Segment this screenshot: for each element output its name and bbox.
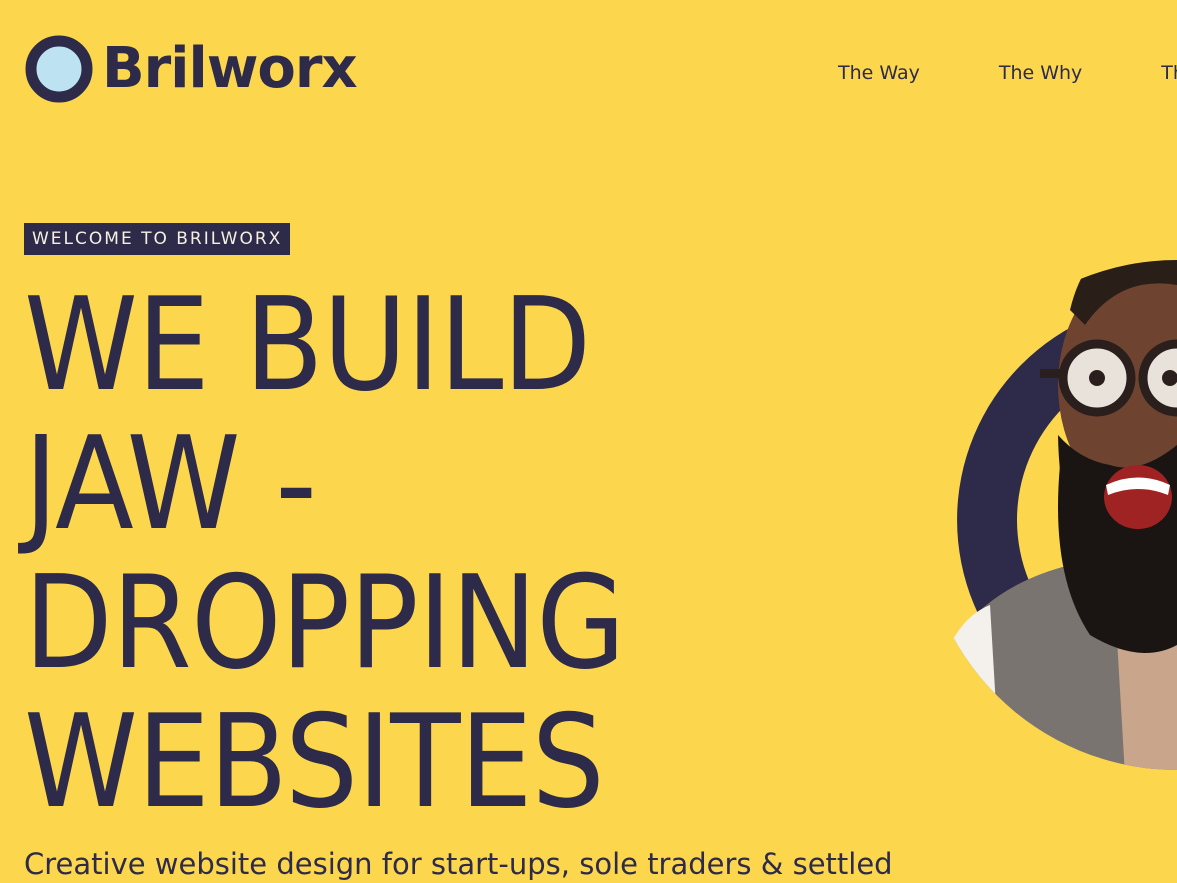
brand-name: Brilworx bbox=[102, 36, 358, 101]
ring-logo-icon bbox=[25, 35, 93, 103]
nav-item-the-why[interactable]: The Why bbox=[999, 62, 1082, 84]
headline-line: JAW - bbox=[24, 410, 317, 559]
welcome-badge: WELCOME TO BRILWORX bbox=[24, 223, 291, 255]
hero-image bbox=[920, 215, 1177, 775]
excited-man-with-glasses-photo bbox=[927, 260, 1177, 770]
headline-line: WE BUILD bbox=[24, 271, 591, 420]
brand-logo[interactable]: Brilworx bbox=[24, 34, 358, 104]
nav-item-the-way[interactable]: The Way bbox=[838, 62, 920, 84]
welcome-badge-label: WELCOME TO BRILWORX bbox=[32, 229, 283, 249]
hero-headline: WE BUILD JAW - DROPPING WEBSITES bbox=[24, 276, 762, 832]
nav-item-third[interactable]: Th bbox=[1161, 62, 1177, 84]
hero-subtext: Creative website design for start-ups, s… bbox=[24, 847, 893, 881]
headline-line: WEBSITES bbox=[24, 688, 605, 837]
headline-line: DROPPING bbox=[24, 549, 625, 698]
main-nav: The Way The Why Th bbox=[838, 62, 1177, 84]
